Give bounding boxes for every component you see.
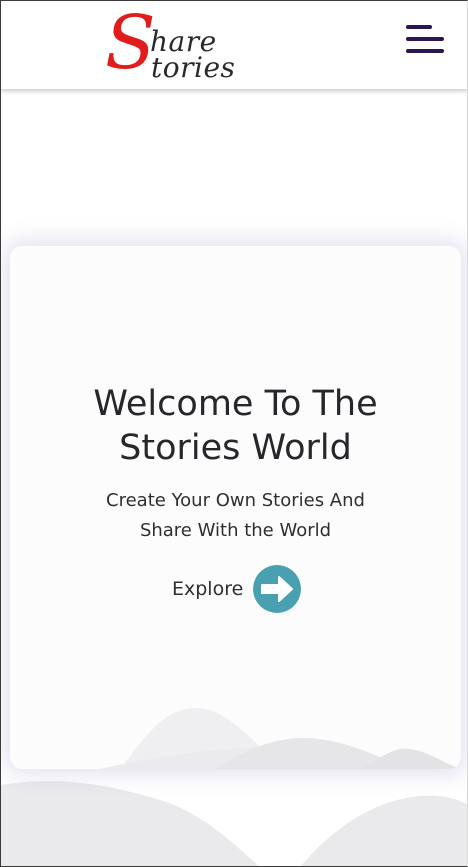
explore-button[interactable]: Explore	[172, 564, 302, 614]
hero-title: Welcome To The Stories World	[10, 382, 461, 470]
menu-bar	[406, 37, 444, 41]
menu-bar	[406, 25, 432, 29]
hero-subtitle-line2: Share With the World	[139, 520, 332, 541]
hero-subtitle-line1: Create Your Own Stories And	[106, 490, 365, 511]
arrow-right-icon[interactable]	[253, 565, 302, 613]
logo-text-stories: tories	[151, 51, 236, 84]
logo-letter-s: S	[105, 0, 156, 86]
hero-subtitle: Create Your Own Stories And Share With t…	[90, 486, 381, 546]
share-stories-logo[interactable]: S hare tories	[105, 6, 255, 84]
hero-title-line1: Welcome To The	[93, 384, 378, 424]
top-header: S hare tories	[0, 0, 468, 89]
explore-label: Explore	[172, 578, 244, 600]
hero-card: Welcome To The Stories World Create Your…	[10, 246, 461, 769]
hero-title-line2: Stories World	[119, 428, 352, 468]
menu-bar	[406, 49, 444, 53]
hamburger-menu-icon[interactable]	[400, 22, 444, 60]
